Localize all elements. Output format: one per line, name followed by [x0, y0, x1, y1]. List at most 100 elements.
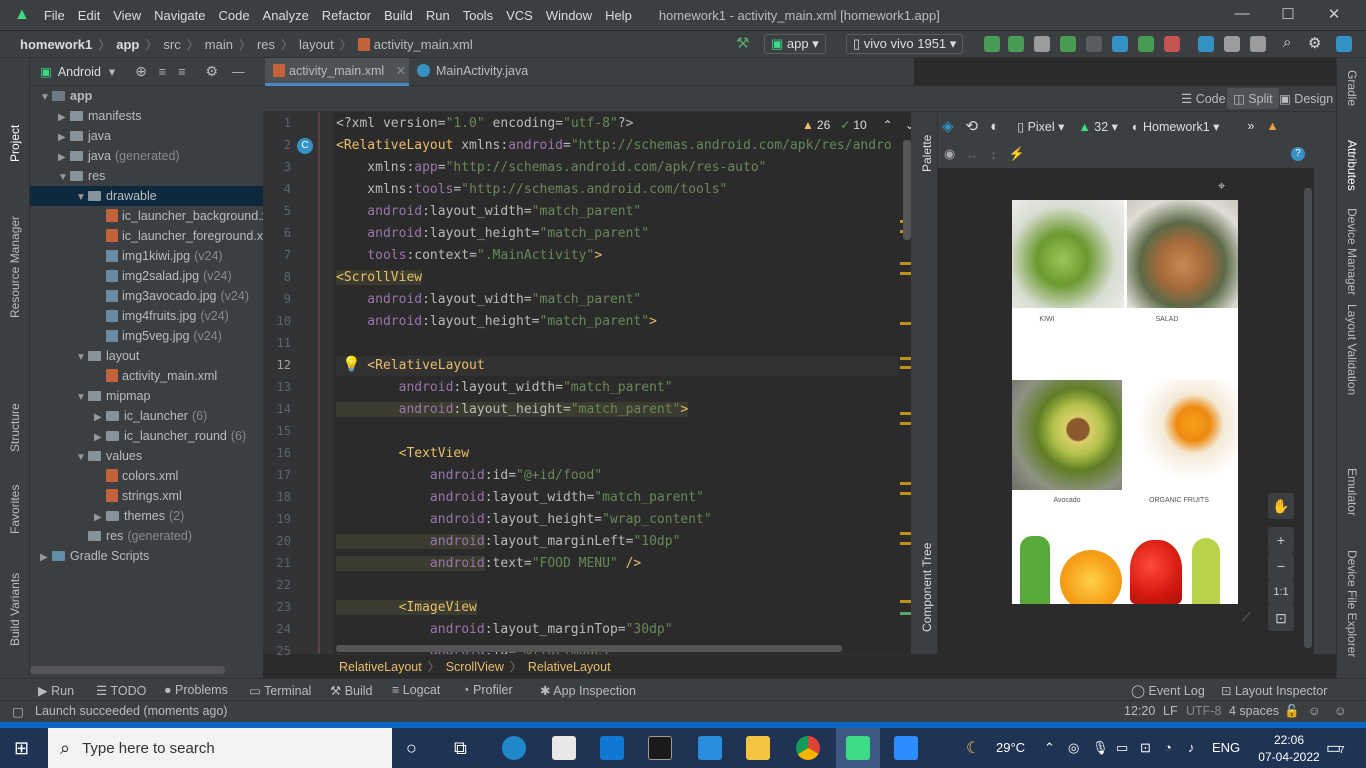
volume-icon[interactable]: ♪ — [1188, 740, 1195, 755]
microsoft-store-icon[interactable] — [552, 736, 576, 760]
file-explorer-icon[interactable] — [746, 736, 770, 760]
file-encoding[interactable]: UTF-8 — [1186, 704, 1221, 718]
tree-item[interactable]: img4fruits.jpg (v24) — [30, 306, 229, 326]
more-toolbar-icon[interactable]: » — [1247, 119, 1254, 133]
help-icon[interactable]: ? — [1291, 147, 1305, 161]
component-tree-tab[interactable]: Component Tree — [920, 543, 934, 632]
attach-debugger-icon[interactable] — [1138, 36, 1154, 52]
stop-icon[interactable] — [1164, 36, 1180, 52]
menu-item-run[interactable]: Run — [426, 8, 450, 23]
vertical-constraint-icon[interactable]: ↕ — [990, 147, 997, 162]
event-log-tool-tab[interactable]: ◯ Event Log — [1131, 683, 1205, 698]
minimize-icon[interactable]: — — [1232, 5, 1252, 25]
gradle-tool-tab[interactable]: Gradle — [1345, 70, 1359, 106]
todo-tool-tab[interactable]: ☰ TODO — [96, 683, 146, 698]
phone-preview[interactable]: KIWI SALAD Avocado ORGANIC FRUITS — [1012, 200, 1238, 604]
tree-item[interactable]: ▶ ic_launcher (6) — [30, 406, 207, 426]
design-mode-button[interactable]: ▣ Design — [1279, 91, 1333, 106]
notification-count[interactable]: 7 — [1339, 745, 1345, 756]
tree-item[interactable]: img1kiwi.jpg (v24) — [30, 246, 223, 266]
hide-panel-icon[interactable]: — — [232, 65, 245, 79]
locate-file-icon[interactable]: ⊕ — [135, 63, 147, 80]
device-dropdown[interactable]: ▯ vivo vivo 1951 ▾ — [846, 34, 964, 54]
microphone-icon[interactable]: 🎙 — [1092, 740, 1109, 756]
line-separator[interactable]: LF — [1163, 704, 1178, 718]
tree-item[interactable]: ▼ drawable — [30, 186, 263, 206]
rerun-icon[interactable] — [1034, 36, 1050, 52]
app-inspection-tool-tab[interactable]: ✱ App Inspection — [540, 683, 636, 698]
apply-changes-icon[interactable] — [984, 36, 1000, 52]
tree-item[interactable]: ▶ manifests — [30, 106, 142, 126]
coverage-icon[interactable] — [1086, 36, 1102, 52]
device-selector[interactable]: ▯ Pixel ▾ — [1017, 119, 1064, 134]
cortana-icon[interactable]: ○ — [406, 738, 417, 759]
menu-item-code[interactable]: Code — [218, 8, 249, 23]
project-tool-tab[interactable]: Project — [8, 125, 22, 162]
zoom-in-icon[interactable]: + — [1268, 527, 1294, 553]
tree-item[interactable]: ▶ java — [30, 126, 111, 146]
status-panel-icon[interactable]: ▢ — [12, 704, 24, 719]
breadcrumb-file[interactable]: activity_main.xml — [374, 37, 473, 52]
editor-horizontal-scrollbar[interactable] — [336, 645, 842, 652]
chevron-down-icon[interactable]: ▼ — [76, 188, 88, 208]
indent-setting[interactable]: 4 spaces — [1229, 704, 1279, 718]
tree-item[interactable]: ▶ java (generated) — [30, 146, 180, 166]
tree-item[interactable]: ic_launcher_foreground.x — [30, 226, 263, 246]
chevron-right-icon[interactable]: ▶ — [40, 548, 52, 568]
breadcrumb-layout[interactable]: layout — [299, 37, 334, 52]
chevron-right-icon[interactable]: ▶ — [94, 508, 106, 528]
project-view-selector[interactable]: Android — [58, 65, 101, 79]
build-variants-tool-tab[interactable]: Build Variants — [8, 573, 22, 646]
resource-manager-tool-tab[interactable]: Resource Manager — [8, 216, 22, 318]
problems-tool-tab[interactable]: ● Problems — [164, 683, 228, 697]
menu-item-build[interactable]: Build — [384, 8, 413, 23]
command-prompt-icon[interactable] — [648, 736, 672, 760]
horizontal-constraint-icon[interactable]: ↔ — [965, 147, 978, 162]
orientation-icon[interactable]: ⟲ — [966, 117, 979, 135]
tree-item[interactable]: ▶ ic_launcher_round (6) — [30, 426, 246, 446]
weather-icon[interactable]: ☾ — [966, 738, 980, 758]
resize-handle-icon[interactable]: ⟋ — [1242, 610, 1251, 625]
search-icon[interactable]: ⌕ — [1283, 34, 1291, 54]
canvas-scrollbar[interactable] — [1304, 188, 1312, 648]
tree-item[interactable]: colors.xml — [30, 466, 178, 486]
device-manager-icon[interactable] — [1224, 36, 1240, 52]
night-mode-icon[interactable]: ◐ — [990, 118, 999, 135]
tree-item[interactable]: ▼ mipmap — [30, 386, 150, 406]
layout-inspector-tool-tab[interactable]: ⊡ Layout Inspector — [1221, 683, 1327, 698]
tree-item[interactable]: ic_launcher_background.x — [30, 206, 268, 226]
language-indicator[interactable]: ENG — [1212, 740, 1240, 755]
chevron-right-icon[interactable]: ▶ — [94, 428, 106, 448]
lightbulb-icon[interactable]: 💡 — [342, 355, 361, 373]
clock-time[interactable]: 22:06 — [1264, 733, 1314, 747]
breadcrumb-main[interactable]: main — [205, 37, 233, 52]
tree-item[interactable]: ▼ res — [30, 166, 105, 186]
memory-indicator-icon[interactable]: ☺ — [1334, 704, 1347, 718]
breadcrumb-scrollview[interactable]: ScrollView — [446, 660, 504, 674]
apply-code-changes-icon[interactable] — [1008, 36, 1024, 52]
horizontal-scrollbar[interactable] — [30, 666, 225, 674]
zoom-app-icon[interactable] — [894, 736, 918, 760]
run-tool-tab[interactable]: ▶ Run — [38, 683, 74, 698]
menu-item-window[interactable]: Window — [546, 8, 592, 23]
taskbar-search-box[interactable]: ⌕ Type here to search — [48, 728, 392, 768]
chevron-down-icon[interactable]: ▼ — [58, 168, 70, 188]
edge-browser-icon[interactable] — [502, 736, 526, 760]
menu-item-refactor[interactable]: Refactor — [322, 8, 371, 23]
tree-item[interactable]: ▼ layout — [30, 346, 139, 366]
menu-item-tools[interactable]: Tools — [463, 8, 493, 23]
logcat-tool-tab[interactable]: ≡ Logcat — [392, 683, 440, 697]
menu-item-navigate[interactable]: Navigate — [154, 8, 205, 23]
menu-item-view[interactable]: View — [113, 8, 141, 23]
caret-position[interactable]: 12:20 — [1124, 704, 1155, 718]
layers-icon[interactable]: ◈ — [942, 117, 954, 135]
tree-item[interactable]: img2salad.jpg (v24) — [30, 266, 232, 286]
menu-item-edit[interactable]: Edit — [78, 8, 100, 23]
breadcrumb-relativelayout-inner[interactable]: RelativeLayout — [528, 660, 611, 674]
weather-temp[interactable]: 29°C — [996, 740, 1025, 755]
tab-mainactivity-java[interactable]: MainActivity.java ✕ — [409, 58, 549, 105]
debug-icon[interactable] — [1060, 36, 1076, 52]
menu-item-analyze[interactable]: Analyze — [263, 8, 309, 23]
tree-item[interactable]: activity_main.xml — [30, 366, 217, 386]
tree-item[interactable]: ▶ Gradle Scripts — [30, 546, 149, 566]
